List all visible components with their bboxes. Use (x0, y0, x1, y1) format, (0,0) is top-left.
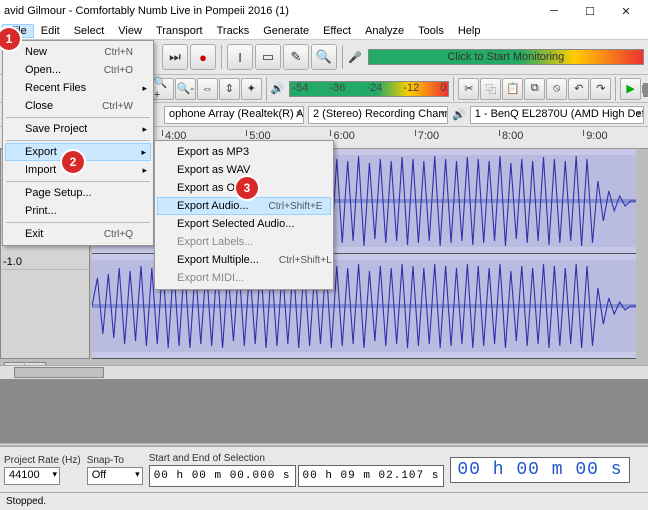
menu-analyze[interactable]: Analyze (358, 24, 411, 38)
skip-end-button[interactable]: ⏭ (162, 44, 188, 70)
zoom-in-button[interactable]: 🔍+ (153, 78, 174, 100)
trim-button[interactable]: ⧉ (524, 78, 545, 100)
menu-transport[interactable]: Transport (149, 24, 210, 38)
export-menu-item-export-labels-: Export Labels... (157, 233, 331, 251)
record-button[interactable]: ● (190, 44, 216, 70)
menubar: File Edit Select View Transport Tracks G… (0, 22, 648, 40)
file-menu-dropdown: NewCtrl+NOpen...Ctrl+ORecent FilesCloseC… (2, 40, 154, 246)
file-menu-item-page-setup-[interactable]: Page Setup... (5, 184, 151, 202)
recording-meter[interactable]: Click to Start Monitoring (368, 49, 644, 65)
channels-select[interactable]: 2 (Stereo) Recording Chann (308, 106, 448, 124)
export-menu-item-export-midi-: Export MIDI... (157, 269, 331, 287)
menu-tracks[interactable]: Tracks (210, 24, 257, 38)
audio-position-display: 00 h 00 m 00 s (450, 457, 629, 483)
selection-label: Start and End of Selection (149, 453, 445, 464)
rate-label: Project Rate (Hz) (4, 455, 81, 466)
undo-button[interactable]: ↶ (568, 78, 589, 100)
menu-edit[interactable]: Edit (34, 24, 67, 38)
file-menu-item-exit[interactable]: ExitCtrl+Q (5, 225, 151, 243)
silence-button[interactable]: ⦸ (546, 78, 567, 100)
maximize-button[interactable]: ☐ (572, 0, 608, 22)
meter-hint: Click to Start Monitoring (447, 51, 564, 63)
export-menu-item-export-audio-[interactable]: Export Audio...Ctrl+Shift+E (157, 197, 331, 215)
menu-effect[interactable]: Effect (316, 24, 358, 38)
file-menu-item-recent-files[interactable]: Recent Files (5, 79, 151, 97)
zoom-out-button[interactable]: 🔍- (175, 78, 196, 100)
menu-view[interactable]: View (111, 24, 149, 38)
annotation-badge-3: 3 (236, 177, 258, 199)
envelope-tool[interactable]: ▭ (255, 44, 281, 70)
export-menu-item-export-selected-audio-[interactable]: Export Selected Audio... (157, 215, 331, 233)
export-menu-item-export-multiple-[interactable]: Export Multiple...Ctrl+Shift+L (157, 251, 331, 269)
menu-select[interactable]: Select (67, 24, 112, 38)
file-menu-item-close[interactable]: CloseCtrl+W (5, 97, 151, 115)
horizontal-scrollbar[interactable] (0, 365, 648, 379)
file-menu-item-new[interactable]: NewCtrl+N (5, 43, 151, 61)
play-at-speed-button[interactable]: ▶ (620, 78, 641, 100)
menu-generate[interactable]: Generate (256, 24, 316, 38)
copy-button[interactable]: ⿻ (480, 78, 501, 100)
zoom-tool[interactable]: 🔍 (311, 44, 337, 70)
zoom-toggle-button[interactable]: ✦ (241, 78, 262, 100)
selection-end-input[interactable]: 00 h 09 m 02.107 s (298, 465, 445, 487)
fit-project-button[interactable]: ⇕ (219, 78, 240, 100)
file-menu-item-open-[interactable]: Open...Ctrl+O (5, 61, 151, 79)
speed-slider[interactable] (642, 85, 644, 93)
close-button[interactable]: ✕ (608, 0, 644, 22)
draw-tool[interactable]: ✎ (283, 44, 309, 70)
input-device-select[interactable]: ophone Array (Realtek(R) Au (164, 106, 304, 124)
project-rate-select[interactable]: 44100 (4, 467, 60, 485)
menu-help[interactable]: Help (451, 24, 488, 38)
export-menu-item-export-as-mp3[interactable]: Export as MP3 (157, 143, 331, 161)
annotation-badge-2: 2 (62, 151, 84, 173)
menu-tools[interactable]: Tools (411, 24, 451, 38)
file-menu-item-save-project[interactable]: Save Project (5, 120, 151, 138)
redo-button[interactable]: ↷ (590, 78, 611, 100)
export-submenu: Export as MP3Export as WAVExport as OGGE… (154, 140, 334, 290)
speaker-icon: 🔊 (452, 108, 466, 121)
window-title: avid Gilmour - Comfortably Numb Live in … (4, 5, 289, 17)
snap-label: Snap-To (87, 455, 143, 466)
fit-selection-button[interactable]: ⇔ (197, 78, 218, 100)
paste-button[interactable]: 📋 (502, 78, 523, 100)
snap-to-select[interactable]: Off (87, 467, 143, 485)
minimize-button[interactable]: ─ (536, 0, 572, 22)
file-menu-item-print-[interactable]: Print... (5, 202, 151, 220)
selection-tool[interactable]: I (227, 44, 253, 70)
cut-button[interactable]: ✂ (458, 78, 479, 100)
output-device-select[interactable]: 1 - BenQ EL2870U (AMD High Defi (470, 106, 644, 124)
speaker-icon: 🔊 (271, 82, 285, 95)
selection-toolbar: Project Rate (Hz) 44100 Snap-To Off Star… (0, 446, 648, 492)
playback-meter[interactable]: -54-36 -24-12 0 (289, 81, 449, 97)
status-bar: Stopped. (0, 492, 648, 510)
mic-icon: 🎤 (348, 51, 362, 64)
selection-start-input[interactable]: 00 h 00 m 00.000 s (149, 465, 296, 487)
